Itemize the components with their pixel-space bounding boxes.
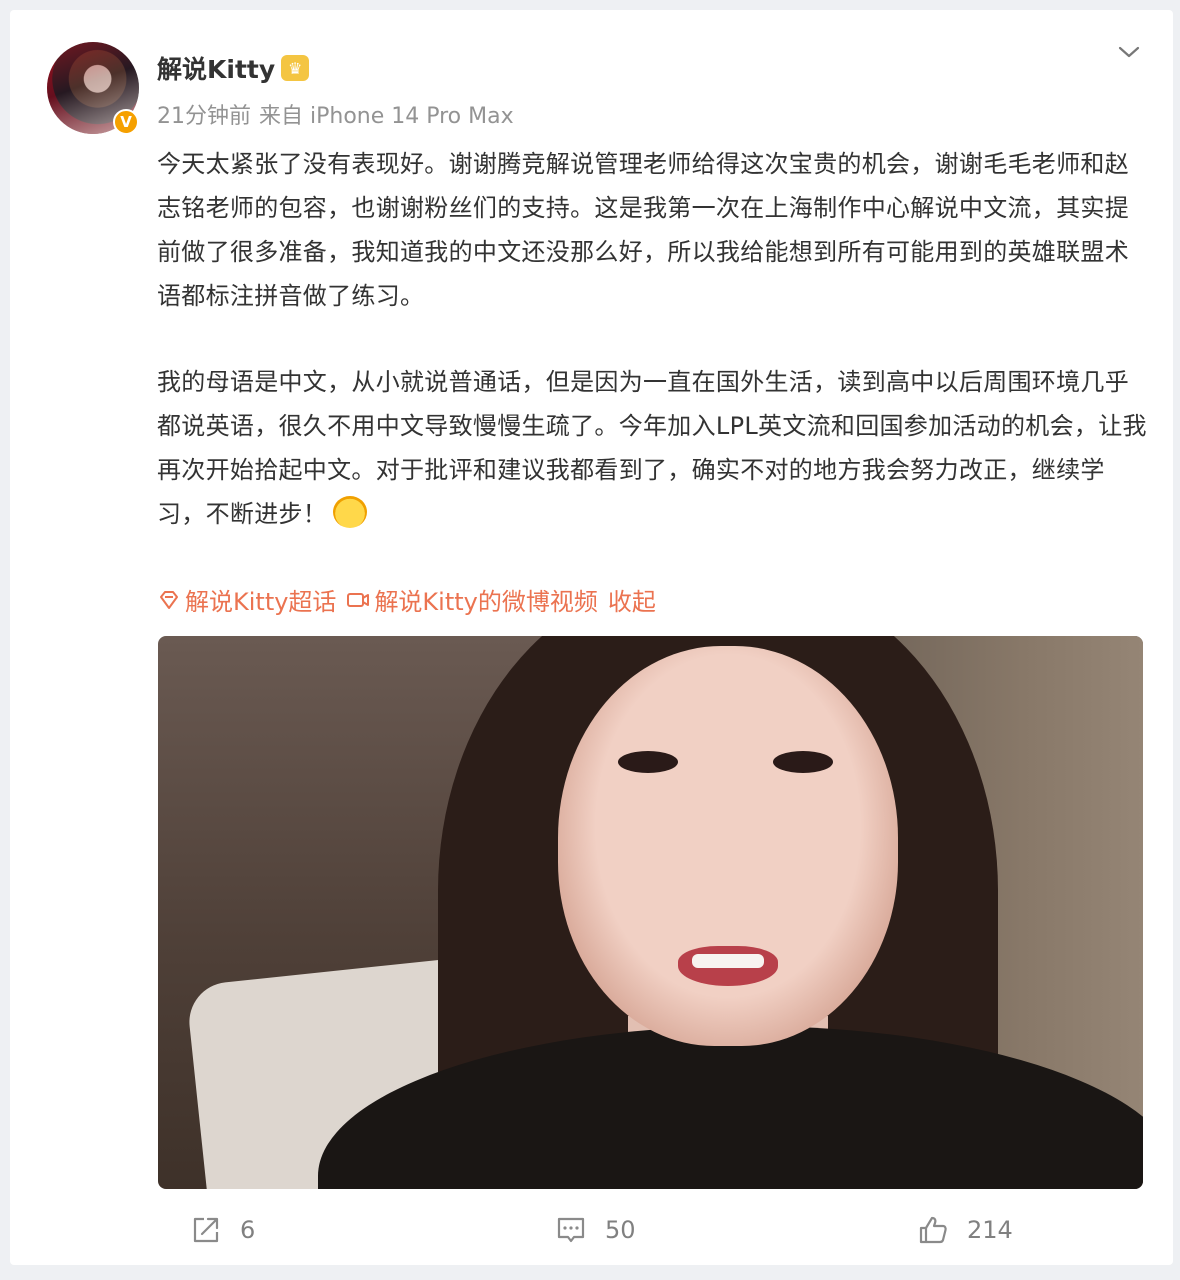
- post-paragraph: 我的母语是中文，从小就说普通话，但是因为一直在国外生活，读到高中以后周围环境几乎…: [157, 360, 1147, 536]
- crown-icon: ♛: [281, 55, 310, 81]
- video-icon: [347, 592, 370, 607]
- post-paragraph: 今天太紧张了没有表现好。谢谢腾竞解说管理老师给得这次宝贵的机会，谢谢毛毛老师和赵…: [157, 150, 1129, 310]
- like-button[interactable]: 214: [917, 1205, 1013, 1255]
- video-link[interactable]: 解说Kitty的微博视频: [346, 582, 598, 617]
- repost-count: 6: [240, 1216, 256, 1244]
- post-source: 来自 iPhone 14 Pro Max: [259, 104, 514, 129]
- weibo-post-card: V 解说Kitty ♛ 21分钟前 来自 iPhone 14 Pro Max 今天…: [10, 10, 1173, 1265]
- action-bar: 6 50 214: [10, 1205, 1173, 1255]
- video-label: 解说Kitty的微博视频: [374, 588, 598, 616]
- post-content: 今天太紧张了没有表现好。谢谢腾竞解说管理老师给得这次宝贵的机会，谢谢毛毛老师和赵…: [157, 142, 1147, 536]
- emoji-icon: [333, 496, 368, 528]
- supertopic-link[interactable]: 解说Kitty超话: [157, 582, 336, 617]
- post-time[interactable]: 21分钟前: [157, 104, 251, 129]
- comment-count: 50: [605, 1216, 636, 1244]
- verified-icon: V: [113, 109, 139, 135]
- collapse-link[interactable]: 收起: [608, 582, 656, 617]
- comment-button[interactable]: 50: [555, 1205, 636, 1255]
- comment-icon: [557, 1217, 585, 1243]
- like-count: 214: [967, 1216, 1013, 1244]
- like-icon: [919, 1216, 947, 1244]
- supertopic-icon: [160, 590, 178, 609]
- username-link[interactable]: 解说Kitty: [157, 50, 275, 86]
- repost-button[interactable]: 6: [190, 1205, 255, 1255]
- video-player[interactable]: [158, 636, 1143, 1189]
- post-paragraph-text: 我的母语是中文，从小就说普通话，但是因为一直在国外生活，读到高中以后周围环境几乎…: [157, 368, 1147, 528]
- username-row: 解说Kitty ♛: [157, 50, 310, 86]
- post-links: 解说Kitty超话 解说Kitty的微博视频 收起: [157, 582, 666, 617]
- post-meta: 21分钟前 来自 iPhone 14 Pro Max: [157, 98, 514, 130]
- repost-icon: [193, 1217, 219, 1243]
- chevron-down-icon[interactable]: [1117, 40, 1141, 64]
- supertopic-label: 解说Kitty超话: [185, 588, 337, 616]
